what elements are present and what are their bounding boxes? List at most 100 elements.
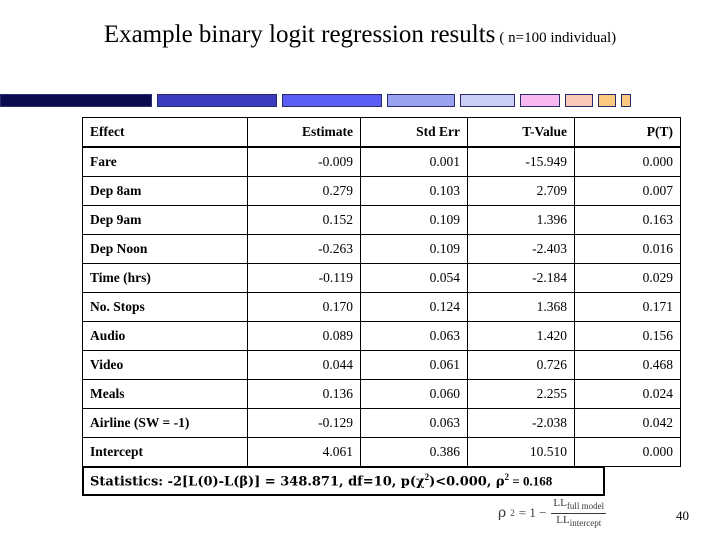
cell-t-value: -2.403 <box>467 234 575 264</box>
cell-estimate: -0.119 <box>247 263 361 293</box>
cell-effect: Video <box>82 350 248 380</box>
deco-bar-segment-8 <box>598 94 616 107</box>
cell-estimate: 0.152 <box>247 205 361 235</box>
deco-bar-segment-9 <box>621 94 631 107</box>
column-header-p-t: P(T) <box>574 117 681 148</box>
cell-p-t: 0.171 <box>574 292 681 322</box>
formula-denominator-base: LL <box>556 513 570 526</box>
cell-t-value: 0.726 <box>467 350 575 380</box>
cell-effect: Dep Noon <box>82 234 248 264</box>
column-header-estimate: Estimate <box>247 117 361 148</box>
cell-std-err: 0.054 <box>360 263 468 293</box>
cell-effect: Airline (SW = -1) <box>82 408 248 438</box>
cell-t-value: 2.709 <box>467 176 575 206</box>
cell-effect: No. Stops <box>82 292 248 322</box>
table-row: Video 0.044 0.061 0.726 0.468 <box>82 350 681 380</box>
formula-rho-exponent: 2 <box>510 508 515 519</box>
cell-estimate: 0.044 <box>247 350 361 380</box>
cell-effect: Meals <box>82 379 248 409</box>
deco-bar-segment-2 <box>157 94 277 107</box>
cell-t-value: -2.184 <box>467 263 575 293</box>
column-header-std-err: Std Err <box>360 117 468 148</box>
cell-std-err: 0.124 <box>360 292 468 322</box>
cell-estimate: 0.279 <box>247 176 361 206</box>
cell-estimate: -0.009 <box>247 146 361 177</box>
cell-t-value: 2.255 <box>467 379 575 409</box>
rho-squared-formula: ρ2 = 1 − LLfull model LLintercept <box>498 497 607 529</box>
cell-effect: Audio <box>82 321 248 351</box>
cell-std-err: 0.061 <box>360 350 468 380</box>
statistics-prefix: Statistics: -2[L(0)-L(β)] = 348.871, df=… <box>90 474 425 490</box>
table-row: Fare -0.009 0.001 -15.949 0.000 <box>82 146 681 177</box>
cell-std-err: 0.103 <box>360 176 468 206</box>
cell-std-err: 0.001 <box>360 146 468 177</box>
cell-p-t: 0.000 <box>574 146 681 177</box>
cell-p-t: 0.016 <box>574 234 681 264</box>
formula-numerator-subscript: full model <box>566 501 605 512</box>
cell-std-err: 0.063 <box>360 321 468 351</box>
table-row: Dep Noon -0.263 0.109 -2.403 0.016 <box>82 234 681 264</box>
table-row: Airline (SW = -1) -0.129 0.063 -2.038 0.042 <box>82 408 681 438</box>
formula-rho-symbol: ρ <box>498 505 507 522</box>
deco-bar-segment-1 <box>0 94 152 107</box>
statistics-suffix: = 0.168 <box>509 473 553 489</box>
cell-estimate: 4.061 <box>247 437 361 467</box>
cell-effect: Intercept <box>82 437 248 467</box>
page-title: Example binary logit regression results <box>103 21 496 48</box>
cell-t-value: 1.420 <box>467 321 575 351</box>
cell-p-t: 0.163 <box>574 205 681 235</box>
formula-denominator: LLintercept <box>554 514 603 529</box>
table-row: Intercept 4.061 0.386 10.510 0.000 <box>82 437 681 467</box>
deco-bar-segment-7 <box>565 94 593 107</box>
table-row: Meals 0.136 0.060 2.255 0.024 <box>82 379 681 409</box>
cell-p-t: 0.029 <box>574 263 681 293</box>
slide-title-block: Example binary logit regression results … <box>0 0 720 48</box>
statistics-summary-row: Statistics: -2[L(0)-L(β)] = 348.871, df=… <box>82 466 605 497</box>
table-row: Dep 8am 0.279 0.103 2.709 0.007 <box>82 176 681 206</box>
page-title-note: ( n=100 individual) <box>499 30 617 46</box>
table-row: Dep 9am 0.152 0.109 1.396 0.163 <box>82 205 681 235</box>
page-number: 40 <box>676 508 689 523</box>
table-header-row: Effect Estimate Std Err T-Value P(T) <box>82 117 681 148</box>
table-row: Audio 0.089 0.063 1.420 0.156 <box>82 321 681 351</box>
results-table-container: Effect Estimate Std Err T-Value P(T) Far… <box>82 117 681 467</box>
formula-numerator: LLfull model <box>551 497 607 514</box>
cell-p-t: 0.000 <box>574 437 681 467</box>
deco-bar-segment-3 <box>282 94 382 107</box>
formula-denominator-subscript: intercept <box>569 517 602 528</box>
cell-effect: Fare <box>82 146 248 177</box>
table-header: Effect Estimate Std Err T-Value P(T) <box>82 117 681 148</box>
cell-estimate: -0.263 <box>247 234 361 264</box>
cell-estimate: 0.170 <box>247 292 361 322</box>
cell-std-err: 0.109 <box>360 205 468 235</box>
cell-t-value: 1.396 <box>467 205 575 235</box>
cell-t-value: -2.038 <box>467 408 575 438</box>
cell-t-value: -15.949 <box>467 146 575 177</box>
table-body: Fare -0.009 0.001 -15.949 0.000 Dep 8am 0.279 0… <box>82 146 681 467</box>
cell-p-t: 0.042 <box>574 408 681 438</box>
deco-bar-segment-5 <box>460 94 515 107</box>
cell-estimate: -0.129 <box>247 408 361 438</box>
column-header-t-value: T-Value <box>467 117 575 148</box>
cell-effect: Time (hrs) <box>82 263 248 293</box>
regression-results-table: Effect Estimate Std Err T-Value P(T) Far… <box>82 117 681 467</box>
cell-effect: Dep 8am <box>82 176 248 206</box>
cell-std-err: 0.063 <box>360 408 468 438</box>
formula-equals-minus: = 1 − <box>518 505 547 521</box>
cell-effect: Dep 9am <box>82 205 248 235</box>
formula-numerator-base: LL <box>553 497 567 509</box>
deco-bar-segment-6 <box>520 94 560 107</box>
statistics-middle: )<0.000, ρ <box>429 474 505 490</box>
cell-estimate: 0.136 <box>247 379 361 409</box>
cell-std-err: 0.060 <box>360 379 468 409</box>
cell-estimate: 0.089 <box>247 321 361 351</box>
cell-std-err: 0.109 <box>360 234 468 264</box>
cell-p-t: 0.007 <box>574 176 681 206</box>
cell-p-t: 0.468 <box>574 350 681 380</box>
cell-p-t: 0.024 <box>574 379 681 409</box>
deco-bar-segment-4 <box>387 94 455 107</box>
cell-t-value: 1.368 <box>467 292 575 322</box>
table-row: Time (hrs) -0.119 0.054 -2.184 0.029 <box>82 263 681 293</box>
cell-p-t: 0.156 <box>574 321 681 351</box>
decorative-color-bar <box>0 94 720 107</box>
